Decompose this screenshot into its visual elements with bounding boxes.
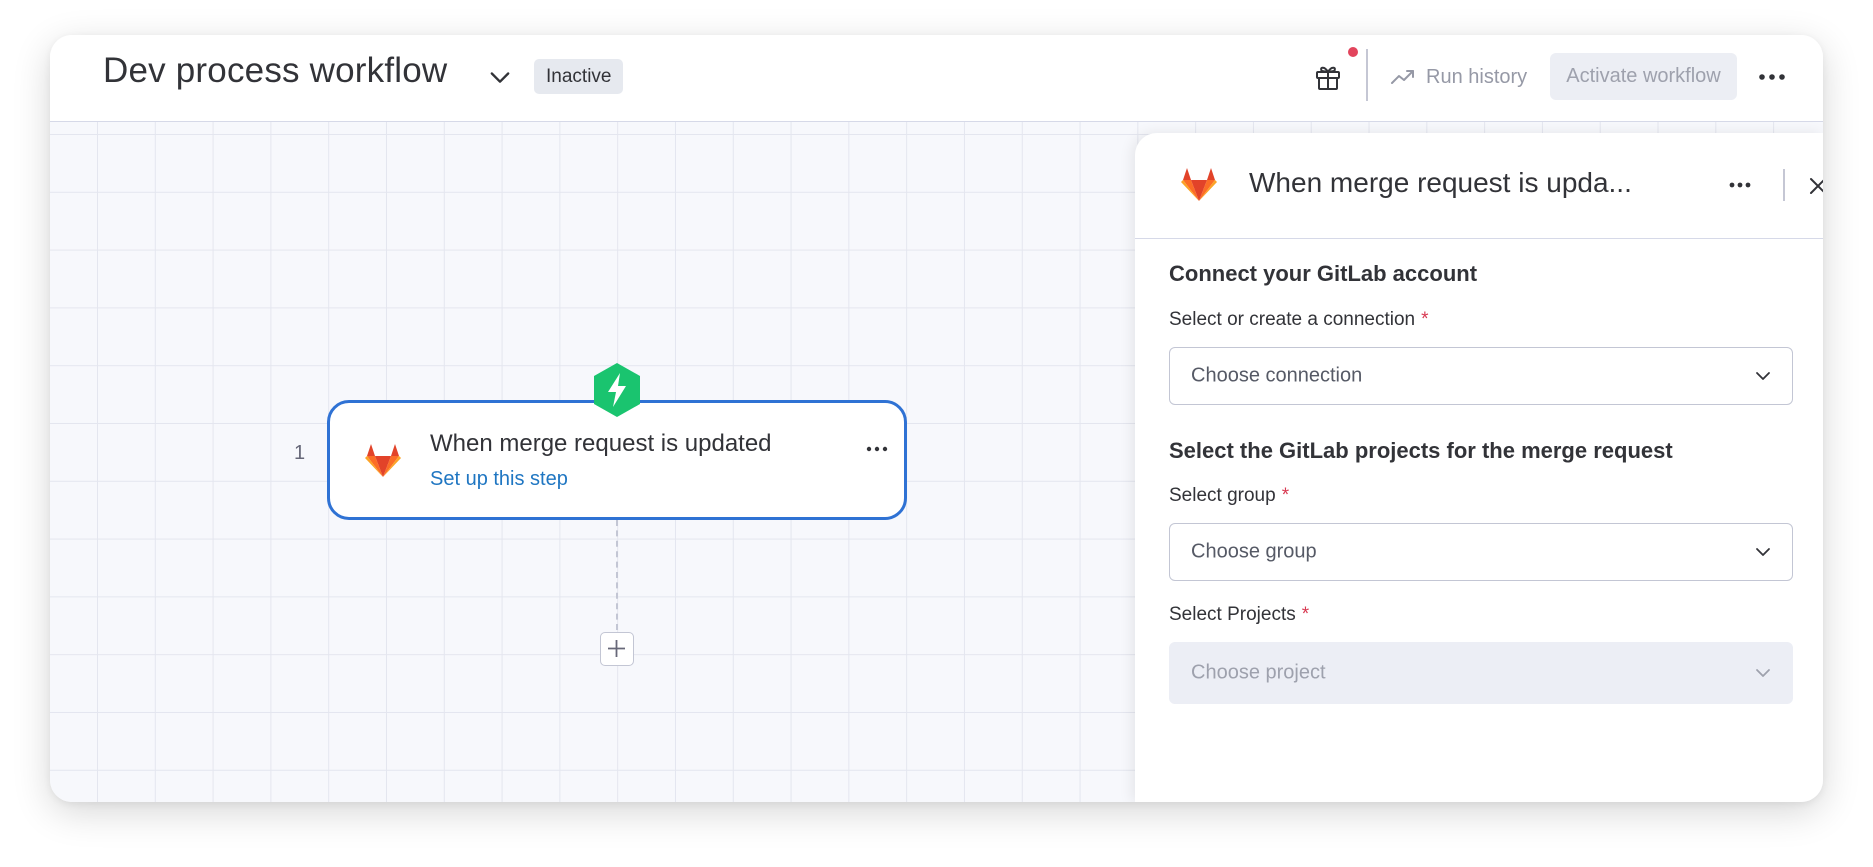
activate-workflow-button[interactable]: Activate workflow (1550, 53, 1737, 100)
lightning-icon (594, 363, 640, 417)
panel-divider (1783, 169, 1785, 201)
projects-select[interactable]: Choose project (1169, 642, 1793, 704)
plus-icon (608, 640, 625, 657)
connection-label: Select or create a connection * (1169, 309, 1429, 331)
step-connector (616, 520, 618, 630)
projects-label: Select Projects * (1169, 604, 1309, 626)
more-horizontal-icon[interactable] (1750, 59, 1794, 95)
workflow-header: Dev process workflow Inactive Run histor… (50, 35, 1823, 122)
gitlab-logo-icon (1181, 168, 1217, 201)
projects-label-text: Select Projects (1169, 604, 1296, 625)
panel-header: When merge request is upda... (1135, 133, 1823, 239)
more-horizontal-icon[interactable] (861, 439, 893, 459)
gitlab-logo-icon (365, 444, 401, 477)
chevron-down-icon[interactable] (486, 63, 514, 91)
select-projects-heading: Select the GitLab projects for the merge… (1169, 438, 1673, 463)
chevron-down-icon (1756, 372, 1770, 380)
workflow-window: Dev process workflow Inactive Run histor… (50, 35, 1823, 802)
gift-icon[interactable] (1308, 55, 1348, 99)
step-title: When merge request is updated (430, 430, 772, 457)
connection-label-text: Select or create a connection (1169, 309, 1416, 330)
group-select-value: Choose group (1191, 540, 1317, 563)
add-step-button[interactable] (600, 632, 634, 666)
run-history-button[interactable]: Run history (1390, 59, 1527, 95)
trend-up-icon (1391, 70, 1414, 84)
chevron-down-icon (1756, 669, 1770, 677)
group-label: Select group * (1169, 485, 1289, 507)
step-number: 1 (294, 442, 306, 464)
close-icon[interactable] (1805, 173, 1823, 199)
required-marker: * (1421, 309, 1429, 330)
status-badge: Inactive (534, 59, 624, 94)
group-label-text: Select group (1169, 485, 1276, 506)
connect-account-heading: Connect your GitLab account (1169, 261, 1478, 286)
chevron-down-icon (1756, 548, 1770, 556)
header-divider (1366, 49, 1368, 101)
required-marker: * (1281, 485, 1290, 506)
required-marker: * (1301, 604, 1310, 625)
notification-dot (1348, 47, 1358, 57)
connection-select[interactable]: Choose connection (1169, 347, 1793, 405)
panel-title[interactable]: When merge request is upda... (1249, 167, 1649, 199)
step-settings-panel: When merge request is upda... Connect yo… (1135, 133, 1823, 802)
group-select[interactable]: Choose group (1169, 523, 1793, 581)
connection-select-value: Choose connection (1191, 364, 1363, 387)
projects-select-value: Choose project (1191, 661, 1326, 684)
workflow-title[interactable]: Dev process workflow (103, 51, 447, 91)
run-history-label: Run history (1426, 65, 1528, 88)
more-horizontal-icon[interactable] (1725, 175, 1755, 195)
setup-step-link[interactable]: Set up this step (430, 468, 568, 491)
